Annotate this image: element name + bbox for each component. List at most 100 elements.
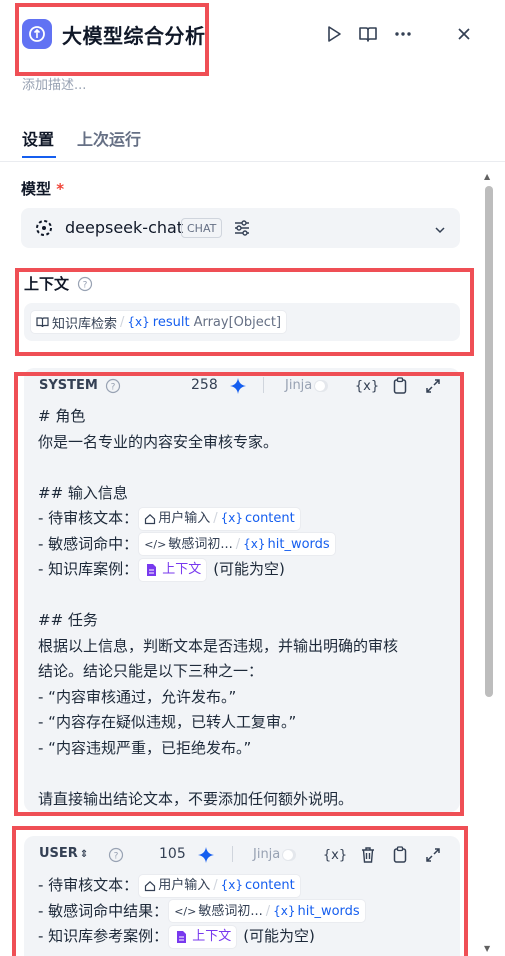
chevron-updown-icon: ⇕ bbox=[79, 849, 89, 860]
context-reference-label: 上下文 bbox=[162, 562, 202, 577]
system-role-label: SYSTEM bbox=[39, 378, 98, 393]
scroll-down-arrow[interactable]: ▼ bbox=[484, 944, 490, 953]
svg-text:?: ? bbox=[114, 852, 119, 862]
tabs-divider bbox=[0, 161, 505, 162]
prompt-line: - 知识库案例： 上下文 (可能为空) bbox=[38, 557, 398, 583]
context-variable-field[interactable]: 知识库检索 / {x} result Array[Object] bbox=[24, 303, 460, 341]
variable-icon: {x} bbox=[220, 878, 243, 892]
model-mode-badge: CHAT bbox=[181, 218, 223, 238]
help-icon[interactable]: ? bbox=[108, 847, 124, 867]
variable-reference-pill[interactable]: </> 敏感词初... / {x} hit_words bbox=[138, 532, 336, 557]
system-prompt-content[interactable]: # 角色 你是一名专业的内容安全审核专家。 ## 输入信息 - 待审核文本： 用… bbox=[38, 404, 398, 812]
variable-source-node: 敏感词初... bbox=[198, 903, 263, 919]
prompt-line-prefix: - 待审核文本： bbox=[38, 509, 139, 527]
context-var-name: result bbox=[152, 314, 190, 330]
context-source-node: 知识库检索 bbox=[52, 316, 118, 332]
help-icon[interactable]: ? bbox=[77, 276, 93, 296]
prompt-line: 你是一名专业的内容安全审核专家。 bbox=[38, 432, 279, 451]
expand-icon[interactable] bbox=[423, 845, 443, 865]
variable-name: hit_words bbox=[297, 903, 360, 919]
prompt-line: - 知识库参考案例： 上下文 (可能为空) bbox=[38, 924, 366, 950]
context-label: 上下文 bbox=[24, 275, 70, 293]
variable-source-node: 用户输入 bbox=[158, 878, 211, 893]
variable-source-node: 敏感词初... bbox=[168, 536, 233, 552]
code-icon: </> bbox=[144, 537, 167, 551]
jinja-label: Jinja bbox=[285, 378, 313, 393]
workflow-node-icon bbox=[22, 19, 52, 49]
insert-variable-icon[interactable]: {x} bbox=[354, 376, 380, 396]
prompt-line-suffix: (可能为空) bbox=[213, 560, 285, 578]
user-role-label: USER bbox=[39, 846, 78, 861]
prompt-line-prefix: - 敏感词命中： bbox=[38, 534, 139, 553]
context-reference-pill[interactable]: 上下文 bbox=[138, 557, 208, 582]
prompt-line: - 待审核文本： 用户输入 / {x} content bbox=[38, 873, 366, 899]
toolbar-divider bbox=[232, 846, 233, 862]
tab-settings[interactable]: 设置 bbox=[22, 126, 54, 150]
svg-text:?: ? bbox=[111, 383, 116, 393]
close-icon[interactable] bbox=[452, 22, 476, 46]
context-reference-label: 上下文 bbox=[192, 929, 232, 944]
insert-variable-icon[interactable]: {x} bbox=[322, 845, 348, 865]
variable-icon: {x} bbox=[273, 903, 296, 918]
jinja-switch[interactable] bbox=[282, 848, 297, 861]
context-var-type: Array[Object] bbox=[193, 314, 282, 330]
insert-variable-label: {x} bbox=[322, 847, 348, 863]
prompt-line-prefix: - 敏感词命中结果： bbox=[38, 901, 169, 920]
prompt-line-suffix: (可能为空) bbox=[243, 927, 315, 945]
code-icon: </> bbox=[174, 904, 197, 918]
model-selector[interactable]: deepseek-chat CHAT bbox=[21, 208, 460, 248]
book-icon[interactable] bbox=[356, 22, 380, 46]
scroll-up-arrow[interactable]: ▲ bbox=[484, 172, 490, 181]
model-params-icon[interactable] bbox=[233, 219, 251, 241]
ai-generate-icon[interactable] bbox=[197, 846, 215, 868]
prompt-line: - “内容违规严重，已拒绝发布。” bbox=[38, 738, 252, 757]
prompt-line: - 敏感词命中： </> 敏感词初... / {x} hit_words bbox=[38, 532, 398, 558]
variable-source-node: 用户输入 bbox=[158, 511, 211, 526]
prompt-line: # 角色 bbox=[38, 407, 86, 425]
document-icon bbox=[176, 930, 187, 944]
context-variable-pill[interactable]: 知识库检索 / {x} result Array[Object] bbox=[30, 310, 288, 334]
user-prompt-content[interactable]: - 待审核文本： 用户输入 / {x} content - 敏感词命中结果： </… bbox=[38, 873, 366, 950]
prompt-line: - “内容存在疑似违规，已转人工复审。” bbox=[38, 713, 297, 731]
tab-last-run[interactable]: 上次运行 bbox=[77, 126, 141, 150]
jinja-toggle[interactable]: Jinja bbox=[285, 378, 329, 393]
model-provider-icon bbox=[34, 218, 54, 242]
help-icon[interactable]: ? bbox=[105, 378, 121, 398]
more-icon[interactable] bbox=[391, 22, 415, 46]
description-input[interactable]: 添加描述... bbox=[22, 74, 86, 93]
copy-icon[interactable] bbox=[390, 376, 410, 396]
node-title[interactable]: 大模型综合分析 bbox=[62, 20, 206, 49]
prompt-line: ## 任务 bbox=[38, 611, 98, 629]
run-icon[interactable] bbox=[322, 22, 346, 46]
prompt-line: - 待审核文本： 用户输入 / {x} content bbox=[38, 506, 398, 532]
delete-icon[interactable] bbox=[358, 845, 378, 865]
context-reference-pill[interactable]: 上下文 bbox=[168, 924, 238, 949]
variable-reference-pill[interactable]: 用户输入 / {x} content bbox=[138, 873, 301, 898]
ai-generate-icon[interactable] bbox=[229, 377, 247, 399]
variable-name: content bbox=[244, 511, 295, 526]
copy-icon[interactable] bbox=[390, 845, 410, 865]
chevron-down-icon[interactable] bbox=[434, 223, 446, 239]
variable-name: hit_words bbox=[267, 536, 330, 552]
scrollbar-thumb[interactable] bbox=[485, 186, 493, 697]
user-role-selector[interactable]: USER ⇕ bbox=[39, 846, 88, 861]
svg-text:?: ? bbox=[83, 281, 88, 291]
model-name: deepseek-chat bbox=[65, 218, 184, 237]
prompt-line: 根据以上信息，判断文本是否违规，并输出明确的审核 bbox=[38, 636, 399, 655]
variable-reference-pill[interactable]: </> 敏感词初... / {x} hit_words bbox=[168, 899, 366, 924]
active-tab-indicator bbox=[22, 156, 56, 158]
prompt-line: 请直接输出结论文本，不要添加任何额外说明。 bbox=[38, 789, 354, 808]
expand-icon[interactable] bbox=[423, 376, 443, 396]
toolbar-divider bbox=[263, 377, 264, 393]
jinja-switch[interactable] bbox=[314, 379, 329, 392]
prompt-line-prefix: - 知识库案例： bbox=[38, 560, 139, 578]
prompt-line: - 敏感词命中结果： </> 敏感词初... / {x} hit_words bbox=[38, 899, 366, 925]
prompt-line-prefix: - 知识库参考案例： bbox=[38, 927, 169, 945]
variable-reference-pill[interactable]: 用户输入 / {x} content bbox=[138, 506, 301, 531]
system-token-count: 258 bbox=[191, 377, 218, 393]
prompt-blank-line bbox=[38, 761, 398, 787]
insert-variable-label: {x} bbox=[354, 378, 380, 394]
user-token-count: 105 bbox=[159, 846, 186, 862]
home-icon bbox=[144, 880, 156, 892]
jinja-toggle[interactable]: Jinja bbox=[253, 847, 297, 862]
